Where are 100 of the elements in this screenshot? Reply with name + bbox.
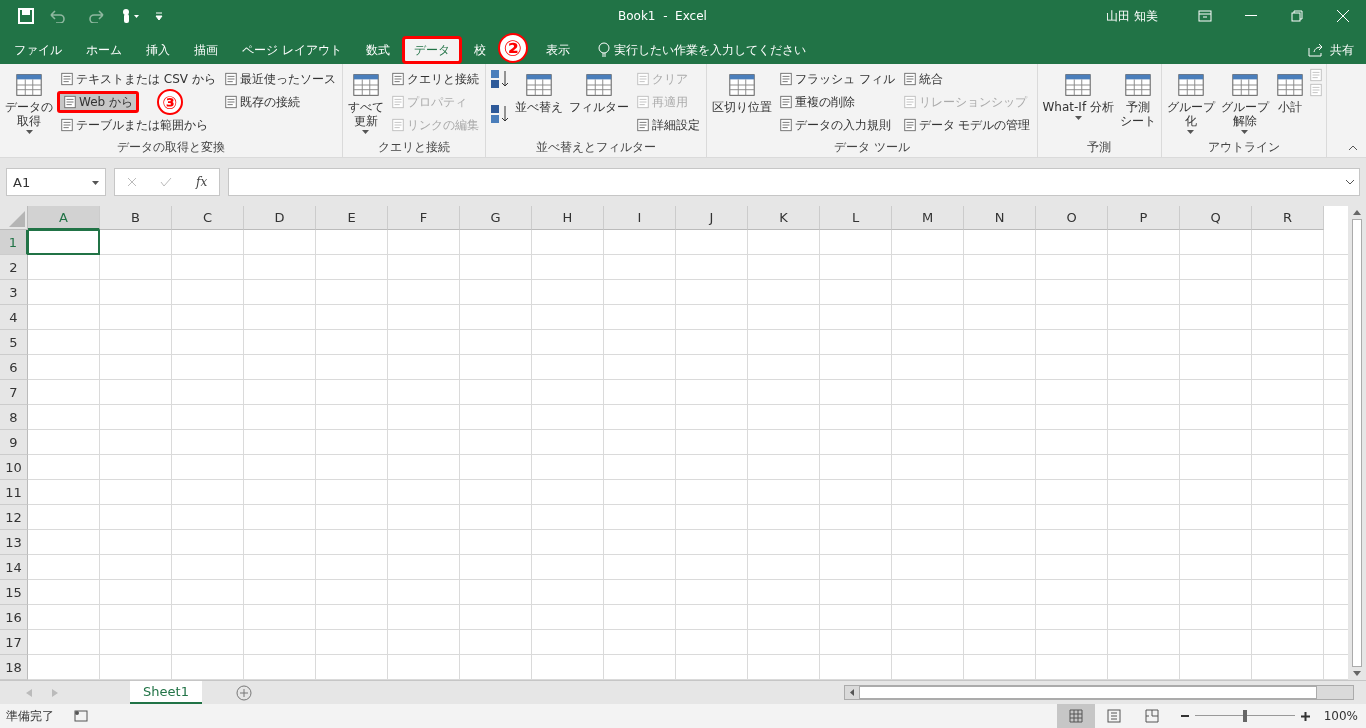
row-header[interactable]: 11: [0, 480, 28, 505]
name-box[interactable]: A1: [6, 168, 106, 196]
active-cell[interactable]: [27, 230, 100, 255]
row-header[interactable]: 12: [0, 505, 28, 530]
macro-record-icon[interactable]: [74, 710, 88, 722]
row-header[interactable]: 2: [0, 255, 28, 280]
ribbon-button[interactable]: 予測 シート: [1117, 68, 1158, 139]
sort-descending-icon[interactable]: [488, 103, 511, 125]
view-button[interactable]: [1056, 704, 1095, 728]
minimize-icon[interactable]: [1245, 15, 1257, 17]
row-header[interactable]: 7: [0, 380, 28, 405]
column-header[interactable]: K: [748, 206, 820, 230]
touch-icon[interactable]: [120, 8, 140, 24]
ribbon-tab[interactable]: 描画: [182, 36, 230, 64]
ribbon-button[interactable]: フラッシュ フィル: [775, 68, 898, 90]
tell-me-field[interactable]: 実行したい作業を入力してください: [613, 41, 806, 59]
ribbon-button[interactable]: テーブルまたは範囲から: [57, 114, 211, 136]
column-header[interactable]: D: [244, 206, 316, 230]
column-header[interactable]: B: [100, 206, 172, 230]
row-header[interactable]: 15: [0, 580, 28, 605]
column-header[interactable]: E: [316, 206, 388, 230]
zoom-level[interactable]: 100%: [1323, 709, 1358, 723]
row-header[interactable]: 9: [0, 430, 28, 455]
document-icon: [902, 118, 917, 132]
expand-icon[interactable]: [1345, 179, 1355, 185]
ribbon-button[interactable]: 統合: [899, 68, 946, 90]
column-header[interactable]: A: [28, 206, 100, 230]
column-header[interactable]: O: [1036, 206, 1108, 230]
row-header[interactable]: 4: [0, 305, 28, 330]
check-icon[interactable]: [160, 177, 173, 187]
column-header[interactable]: L: [820, 206, 892, 230]
column-header[interactable]: N: [964, 206, 1036, 230]
ribbon-tab[interactable]: ホーム: [74, 36, 134, 64]
ribbon-button[interactable]: すべて 更新: [345, 68, 386, 139]
ribbon-button[interactable]: データの 取得: [3, 68, 55, 139]
column-header[interactable]: P: [1108, 206, 1180, 230]
save-icon[interactable]: [18, 8, 34, 24]
ribbon-options-icon[interactable]: [1198, 10, 1212, 22]
ribbon-button[interactable]: フィルター: [566, 68, 631, 139]
collapse-ribbon-icon[interactable]: [1348, 145, 1358, 151]
ribbon-tab[interactable]: 数式: [353, 36, 402, 64]
row-header[interactable]: 6: [0, 355, 28, 380]
user-name[interactable]: 山田 知美: [1106, 7, 1158, 25]
ribbon-button[interactable]: データの入力規則: [775, 114, 894, 136]
ribbon-tab[interactable]: 校: [461, 36, 498, 64]
zoom-in-icon[interactable]: [1300, 711, 1310, 721]
row-header[interactable]: 18: [0, 655, 28, 680]
column-header[interactable]: H: [532, 206, 604, 230]
scroll-down-icon[interactable]: [1353, 671, 1361, 676]
share-button[interactable]: 共有: [1308, 36, 1364, 64]
close-icon[interactable]: [1336, 9, 1350, 23]
ribbon-button[interactable]: 最近使ったソース: [220, 68, 339, 90]
row-header[interactable]: 10: [0, 455, 28, 480]
ribbon-button[interactable]: Web から: [57, 91, 139, 113]
vertical-scrollbar[interactable]: [1348, 206, 1366, 680]
row-header[interactable]: 13: [0, 530, 28, 555]
column-header[interactable]: Q: [1180, 206, 1252, 230]
ribbon-tab[interactable]: ファイル: [2, 36, 74, 64]
column-header[interactable]: I: [604, 206, 676, 230]
add-sheet-icon[interactable]: [236, 684, 252, 701]
formula-field[interactable]: [228, 168, 1360, 196]
row-header[interactable]: 3: [0, 280, 28, 305]
horizontal-scrollbar[interactable]: [844, 685, 1354, 700]
customize-icon[interactable]: [154, 11, 164, 21]
ribbon-button[interactable]: 重複の削除: [775, 91, 858, 113]
ribbon-button[interactable]: グループ 解除: [1218, 68, 1271, 139]
row-header[interactable]: 5: [0, 330, 28, 355]
row-header[interactable]: 14: [0, 555, 28, 580]
ribbon-button[interactable]: クエリと接続: [387, 68, 482, 90]
document-icon: [223, 95, 238, 109]
sheet-tab[interactable]: Sheet1: [130, 681, 202, 704]
column-header[interactable]: J: [676, 206, 748, 230]
ribbon-button[interactable]: 既存の接続: [220, 91, 303, 113]
column-header[interactable]: F: [388, 206, 460, 230]
row-header[interactable]: 17: [0, 630, 28, 655]
ribbon-button[interactable]: 詳細設定: [632, 114, 703, 136]
insert-function-button[interactable]: fx: [196, 175, 208, 189]
ribbon-tab[interactable]: データ: [401, 36, 462, 64]
column-header[interactable]: M: [892, 206, 964, 230]
ribbon-tab[interactable]: 表示: [533, 36, 582, 64]
ribbon-button[interactable]: What-If 分析: [1040, 68, 1116, 139]
ribbon-button[interactable]: グループ 化: [1164, 68, 1217, 139]
scroll-up-icon[interactable]: [1353, 210, 1361, 215]
zoom-out-icon[interactable]: [1180, 712, 1189, 720]
column-header[interactable]: C: [172, 206, 244, 230]
row-header[interactable]: 8: [0, 405, 28, 430]
ribbon-button[interactable]: データ モデルの管理: [899, 114, 1034, 136]
sort-ascending-icon[interactable]: [488, 68, 511, 90]
row-header[interactable]: 16: [0, 605, 28, 630]
ribbon-button[interactable]: 区切り位置: [709, 68, 774, 139]
row-header[interactable]: 1: [0, 230, 28, 255]
ribbon-button[interactable]: 小計: [1272, 68, 1307, 139]
ribbon-button[interactable]: 並べ替え: [512, 68, 565, 139]
document-icon: [778, 95, 793, 109]
ribbon-tab[interactable]: 挿入: [134, 36, 182, 64]
ribbon-tab[interactable]: ページ レイアウト: [230, 36, 354, 64]
restore-icon[interactable]: [1291, 10, 1303, 22]
ribbon-button[interactable]: テキストまたは CSV から: [57, 68, 219, 90]
column-header[interactable]: G: [460, 206, 532, 230]
column-header[interactable]: R: [1252, 206, 1324, 230]
